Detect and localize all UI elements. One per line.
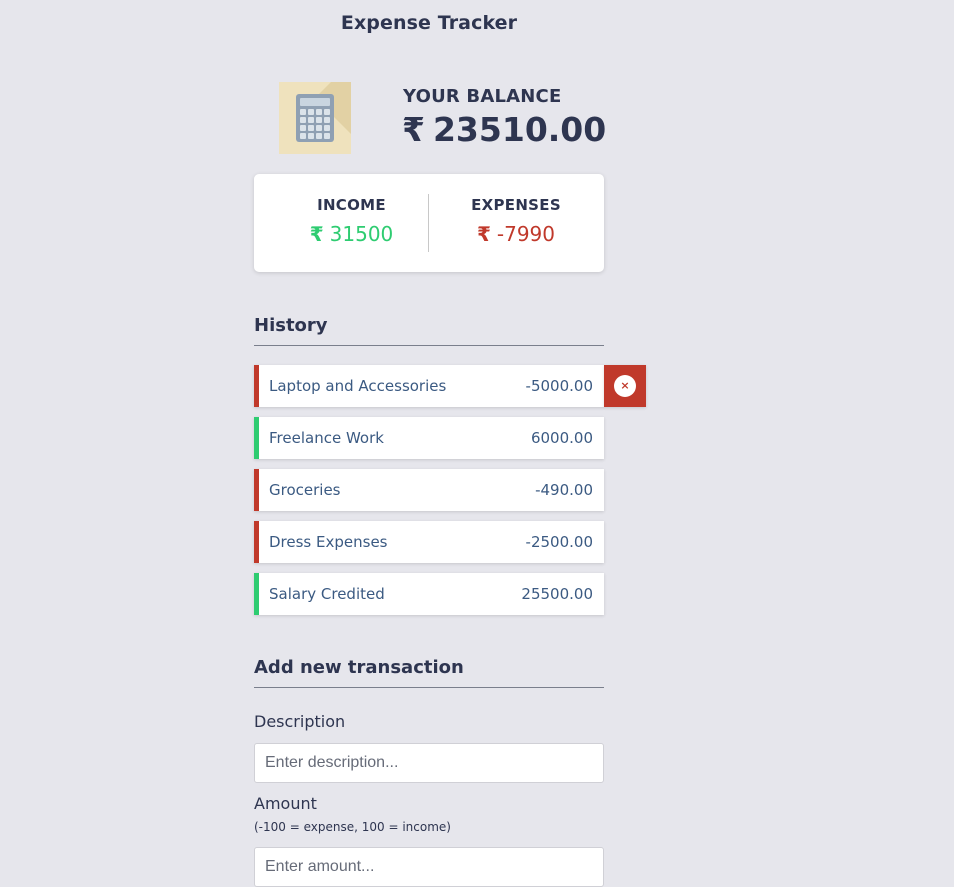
balance-value: ₹23510.00	[402, 110, 606, 149]
income-label: INCOME	[317, 196, 386, 214]
transaction-text: Groceries	[269, 481, 341, 499]
transaction-item[interactable]: Dress Expenses -2500.00	[254, 521, 604, 563]
transaction-amount: -2500.00	[525, 533, 593, 551]
delete-button[interactable]: ×	[604, 365, 646, 407]
description-label: Description	[254, 712, 346, 731]
balance-currency: ₹	[402, 110, 425, 149]
expense-column: EXPENSES ₹ -7990	[429, 174, 603, 272]
transaction-item[interactable]: Laptop and Accessories -5000.00 ×	[254, 365, 646, 407]
transaction-text: Freelance Work	[269, 429, 384, 447]
history-title: History	[254, 315, 604, 346]
description-input[interactable]	[254, 743, 604, 783]
amount-hint: (-100 = expense, 100 = income)	[254, 820, 451, 834]
amount-input[interactable]	[254, 847, 604, 887]
transaction-text: Laptop and Accessories	[269, 377, 447, 395]
transaction-amount: -490.00	[535, 481, 593, 499]
transaction-text: Dress Expenses	[269, 533, 388, 551]
app-title: Expense Tracker	[340, 12, 518, 34]
balance-amount: 23510.00	[432, 110, 607, 149]
transaction-item[interactable]: Salary Credited 25500.00	[254, 573, 604, 615]
transaction-item[interactable]: Freelance Work 6000.00	[254, 417, 604, 459]
add-transaction-title: Add new transaction	[254, 657, 604, 688]
income-expense-card: INCOME ₹31500 EXPENSES ₹ -7990	[254, 174, 604, 272]
income-column: INCOME ₹31500	[264, 174, 439, 272]
balance-label: YOUR BALANCE	[403, 86, 562, 107]
income-value: 31500	[329, 222, 394, 246]
calculator-icon	[279, 82, 351, 154]
transaction-amount: -5000.00	[525, 377, 593, 395]
expense-currency: ₹	[476, 222, 491, 246]
transaction-item[interactable]: Groceries -490.00	[254, 469, 604, 511]
income-amount: ₹31500	[264, 222, 439, 246]
expense-amount: ₹ -7990	[429, 222, 603, 246]
transaction-amount: 25500.00	[521, 585, 593, 603]
expense-value: -7990	[496, 222, 556, 246]
transaction-list: Laptop and Accessories -5000.00 × Freela…	[254, 365, 646, 625]
transaction-amount: 6000.00	[530, 429, 593, 447]
income-currency: ₹	[309, 222, 324, 246]
close-icon: ×	[614, 375, 636, 397]
amount-label: Amount	[254, 794, 317, 813]
transaction-text: Salary Credited	[269, 585, 385, 603]
expense-label: EXPENSES	[471, 196, 561, 214]
